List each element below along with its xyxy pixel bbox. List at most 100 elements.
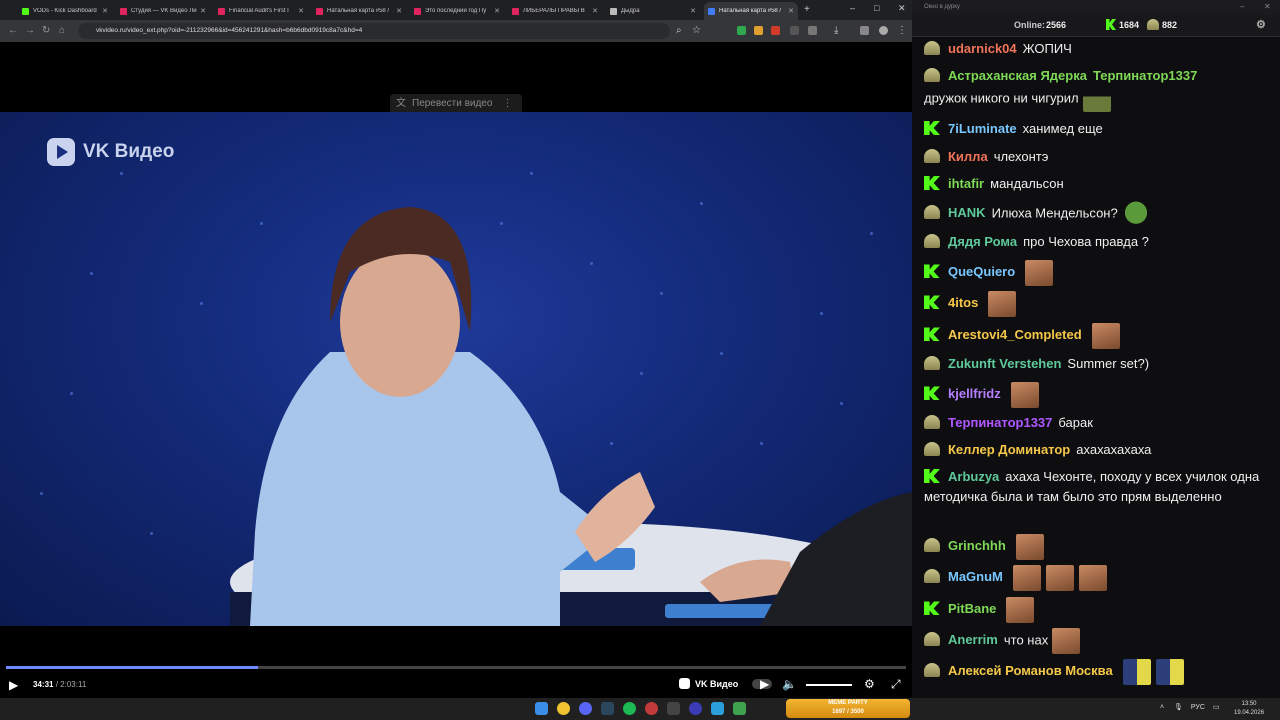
chat-username[interactable]: Терпинатор1337 (948, 415, 1052, 430)
play-icon[interactable]: ▶ (9, 678, 18, 692)
chat-username[interactable]: HANK (948, 205, 986, 220)
chat-username[interactable]: MaGnuM (948, 569, 1003, 584)
spotify-icon[interactable] (623, 702, 636, 715)
forward-icon[interactable]: → (25, 25, 35, 36)
volume-slider[interactable] (806, 684, 852, 686)
extension-icon[interactable] (771, 26, 780, 35)
progress-fill (6, 666, 258, 669)
chat-message: MaGnuM (924, 565, 1274, 591)
mic-icon[interactable]: 🎙 (1174, 704, 1183, 711)
chat-username[interactable]: QueQuiero (948, 264, 1015, 279)
chat-username[interactable]: Arestovi4_Completed (948, 327, 1082, 342)
volume-icon[interactable]: 🔈 (782, 677, 797, 691)
start-windows-icon[interactable] (535, 702, 548, 715)
chat-username[interactable]: ihtafir (948, 176, 984, 191)
tab-close-icon[interactable]: ✕ (200, 7, 206, 15)
video-frame[interactable]: VK Видео (0, 112, 912, 626)
tab[interactable]: Financial Audit's First I ✕ (214, 2, 308, 20)
tab-favicon-icon (218, 7, 225, 15)
chat-message: Zukunft Verstehen Summer set?) (924, 354, 1274, 374)
minimize-icon[interactable]: – (1240, 2, 1244, 11)
translate-video-button[interactable]: 文 Перевести видео ⋮ (390, 94, 522, 114)
chat-username[interactable]: Килла (948, 149, 988, 164)
tab[interactable]: Студия — VK Видео Ли ✕ (116, 2, 210, 20)
system-clock[interactable]: 13:50 19.04.2026 (1234, 700, 1264, 718)
tab[interactable]: VODs - Kick Dashboard ✕ (18, 2, 112, 20)
minimize-button[interactable]: – (850, 3, 855, 13)
tab-close-icon[interactable]: ✕ (788, 7, 794, 15)
app-icon[interactable] (645, 702, 658, 715)
app-icon[interactable] (689, 702, 702, 715)
tab-close-icon[interactable]: ✕ (592, 7, 598, 15)
tab-strip: VODs - Kick Dashboard ✕ Студия — VK Видео … (0, 0, 912, 20)
new-tab-button[interactable]: + (804, 4, 810, 15)
chat-username[interactable]: Дядя Рома (948, 234, 1017, 249)
more-options-icon[interactable]: ⋮ (502, 94, 512, 114)
app-icon[interactable] (667, 702, 680, 715)
back-icon[interactable]: ← (8, 25, 18, 36)
tab[interactable]: ЛИБЕРАЛЫ ПРАВЫ В ✕ (508, 2, 602, 20)
extension-icon[interactable] (754, 26, 763, 35)
tab-close-icon[interactable]: ✕ (102, 7, 108, 15)
duration: 2:03:11 (60, 680, 87, 689)
tab-close-icon[interactable]: ✕ (494, 7, 500, 15)
tab-close-icon[interactable]: ✕ (298, 7, 304, 15)
tab-close-icon[interactable]: ✕ (396, 7, 402, 15)
menu-kebab-icon[interactable]: ⋮ (897, 25, 907, 36)
tab[interactable]: Это последний год Пу ✕ (410, 2, 504, 20)
video-player[interactable]: 文 Перевести видео ⋮ VK Видео ▶ 34:31 / 2… (0, 42, 912, 698)
bookmark-star-icon[interactable]: ☆ (692, 25, 701, 36)
helmet-badge-icon (924, 234, 940, 248)
emote-face-icon (1052, 628, 1081, 654)
extensions-puzzle-icon[interactable] (808, 26, 817, 35)
chat-username[interactable]: Grinchhh (948, 538, 1006, 553)
chat-username[interactable]: Zukunft Verstehen (948, 356, 1061, 371)
meme-party-widget[interactable]: MEME PARTY 1697 / 3500 (786, 699, 910, 718)
fullscreen-icon[interactable]: ⤢ (891, 677, 901, 692)
url-field[interactable]: vkvideo.ru/video_ext.php?oid=-211232966&… (78, 23, 670, 39)
vk-video-link[interactable]: VK Видео (679, 678, 738, 689)
discord-icon[interactable] (579, 702, 592, 715)
chat-username[interactable]: Келлер Доминатор (948, 442, 1070, 457)
close-icon[interactable]: ✕ (1264, 2, 1271, 11)
chat-username[interactable]: 7iLuminate (948, 121, 1017, 136)
chat-username[interactable]: 4itos (948, 295, 978, 310)
chrome-icon[interactable] (557, 702, 570, 715)
extension-icon[interactable] (737, 26, 746, 35)
chat-message: 4itos (924, 291, 1274, 317)
chat-username[interactable]: Алексей Романов Москва (948, 663, 1113, 678)
extension-icon[interactable] (790, 26, 799, 35)
language-indicator[interactable]: РУС (1191, 704, 1205, 711)
tab[interactable]: Дыдра ✕ (606, 2, 700, 20)
download-icon[interactable]: ⤓ (834, 25, 838, 36)
chat-message-text: про Чехова правда ? (1023, 234, 1149, 249)
tray-chevron-icon[interactable]: ˄ (1160, 704, 1164, 711)
sidebar-icon[interactable] (860, 26, 869, 35)
close-button[interactable]: ✕ (898, 3, 906, 14)
maximize-button[interactable]: □ (874, 3, 879, 13)
chat-username[interactable]: Arbuzya (948, 469, 999, 484)
chat-message-text: что нах (1003, 632, 1049, 648)
chat-username[interactable]: Астраханская Ядерка (948, 68, 1087, 83)
tab[interactable]: Натальная карта #58 / ✕ (704, 2, 798, 20)
app-icon[interactable] (733, 702, 746, 715)
emote-duo-icon (1155, 659, 1184, 685)
telegram-icon[interactable] (711, 702, 724, 715)
chat-message-text: ахахахахаха (1076, 442, 1152, 457)
tab[interactable]: Натальная карта #58 / ✕ (312, 2, 406, 20)
profile-avatar[interactable] (879, 26, 888, 35)
progress-bar[interactable] (6, 666, 906, 669)
home-icon[interactable]: ⌂ (59, 25, 65, 36)
zoom-icon[interactable]: ⌕ (676, 25, 682, 36)
chat-username[interactable]: Anerrim (948, 632, 998, 647)
steam-icon[interactable] (601, 702, 614, 715)
tab-close-icon[interactable]: ✕ (690, 7, 696, 15)
network-icon[interactable]: ▭ (1213, 704, 1220, 711)
reload-icon[interactable]: ↻ (42, 25, 50, 36)
settings-gear-icon[interactable]: ⚙ (864, 677, 875, 691)
kick-icon (1106, 19, 1116, 30)
chat-username[interactable]: udarnick04 (948, 41, 1017, 56)
chat-username[interactable]: PitBane (948, 601, 996, 616)
settings-gear-icon[interactable]: ⚙ (1256, 18, 1266, 31)
chat-username[interactable]: kjellfridz (948, 386, 1001, 401)
